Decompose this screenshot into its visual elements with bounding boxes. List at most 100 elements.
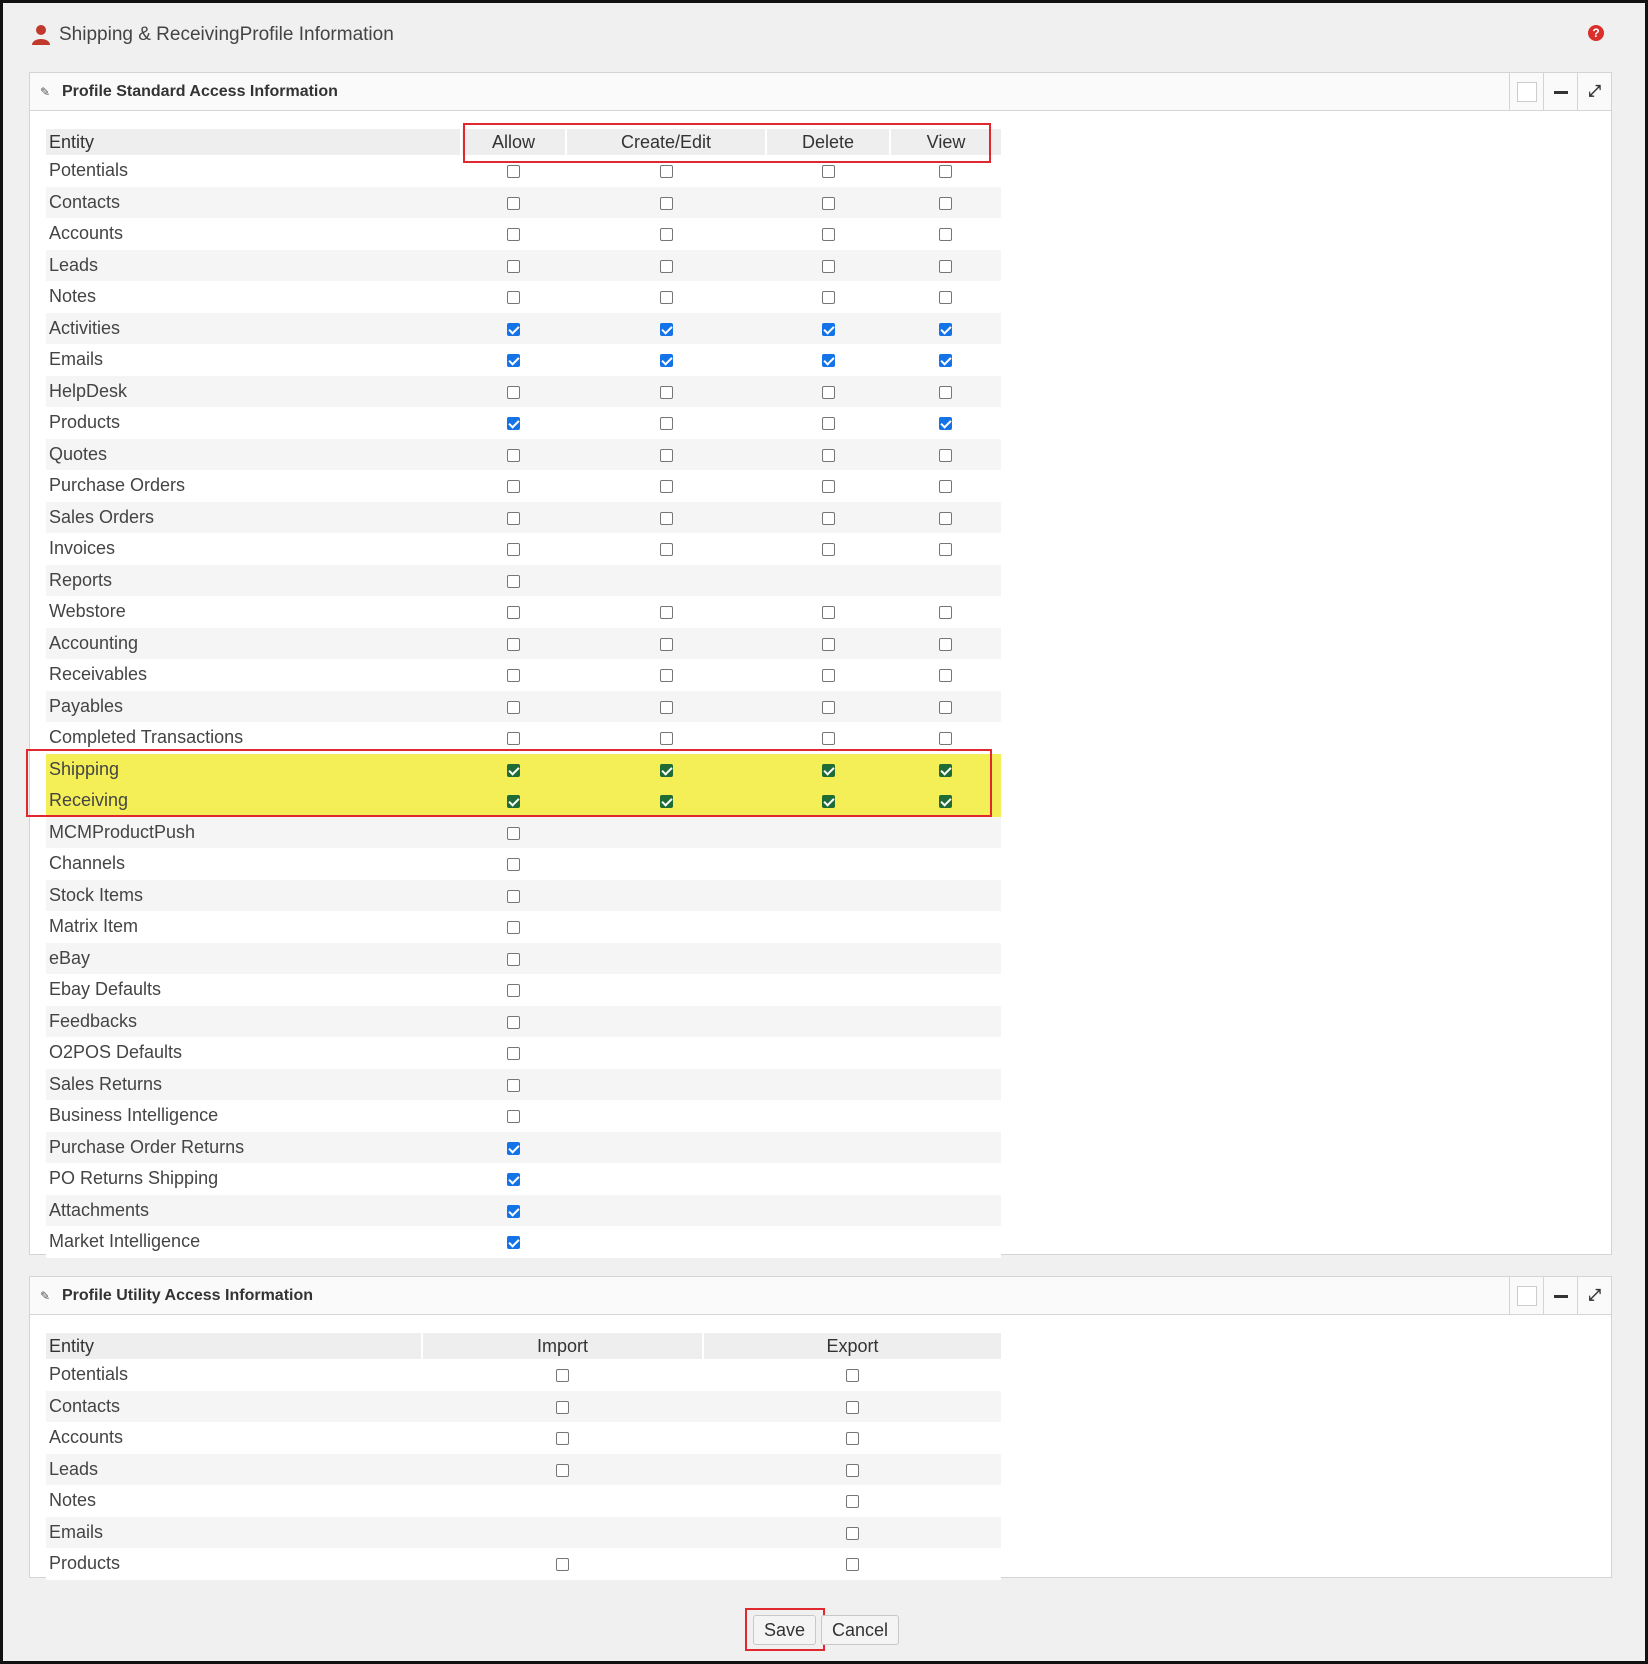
permission-checkbox[interactable] bbox=[556, 1558, 569, 1571]
permission-checkbox[interactable] bbox=[659, 637, 673, 651]
permission-checkbox[interactable] bbox=[659, 606, 673, 619]
permission-checkbox[interactable] bbox=[507, 385, 520, 399]
permission-checkbox[interactable] bbox=[939, 511, 952, 525]
permission-checkbox[interactable] bbox=[507, 1015, 520, 1029]
permission-checkbox[interactable] bbox=[939, 669, 952, 682]
save-button[interactable]: Save bbox=[753, 1615, 817, 1645]
permission-checkbox[interactable] bbox=[507, 322, 520, 336]
help-icon[interactable]: ? bbox=[1588, 25, 1604, 41]
permission-checkbox[interactable] bbox=[659, 763, 673, 777]
permission-checkbox[interactable] bbox=[659, 700, 673, 714]
permission-checkbox[interactable] bbox=[939, 543, 952, 556]
permission-checkbox[interactable] bbox=[939, 259, 952, 273]
permission-checkbox[interactable] bbox=[659, 417, 673, 430]
permission-checkbox[interactable] bbox=[821, 795, 835, 808]
permission-checkbox[interactable] bbox=[507, 196, 520, 210]
permission-checkbox[interactable] bbox=[507, 165, 520, 178]
permission-checkbox[interactable] bbox=[939, 732, 952, 745]
permission-checkbox[interactable] bbox=[556, 1432, 569, 1445]
permission-checkbox[interactable] bbox=[821, 354, 835, 367]
permission-checkbox[interactable] bbox=[939, 795, 952, 808]
permission-checkbox[interactable] bbox=[659, 259, 673, 273]
permission-checkbox[interactable] bbox=[821, 511, 835, 525]
permission-checkbox[interactable] bbox=[939, 480, 952, 493]
permission-checkbox[interactable] bbox=[659, 385, 673, 399]
permission-checkbox[interactable] bbox=[507, 259, 520, 273]
permission-checkbox[interactable] bbox=[507, 511, 520, 525]
permission-checkbox[interactable] bbox=[939, 165, 952, 178]
collapse-icon[interactable] bbox=[1543, 73, 1577, 111]
permission-checkbox[interactable] bbox=[939, 228, 952, 241]
permission-checkbox[interactable] bbox=[507, 984, 520, 997]
permission-checkbox[interactable] bbox=[821, 448, 835, 462]
permission-checkbox[interactable] bbox=[659, 448, 673, 462]
permission-checkbox[interactable] bbox=[659, 511, 673, 525]
permission-checkbox[interactable] bbox=[556, 1400, 569, 1414]
permission-checkbox[interactable] bbox=[507, 1204, 520, 1218]
permission-checkbox[interactable] bbox=[507, 952, 520, 966]
permission-checkbox[interactable] bbox=[821, 763, 835, 777]
permission-checkbox[interactable] bbox=[659, 480, 673, 493]
permission-checkbox[interactable] bbox=[821, 385, 835, 399]
permission-checkbox[interactable] bbox=[507, 700, 520, 714]
permission-checkbox[interactable] bbox=[845, 1495, 859, 1508]
permission-checkbox[interactable] bbox=[507, 574, 520, 588]
permission-checkbox[interactable] bbox=[659, 228, 673, 241]
permission-checkbox[interactable] bbox=[821, 228, 835, 241]
permission-checkbox[interactable] bbox=[507, 228, 520, 241]
permission-checkbox[interactable] bbox=[845, 1526, 859, 1540]
permission-checkbox[interactable] bbox=[939, 606, 952, 619]
permission-checkbox[interactable] bbox=[507, 291, 520, 304]
permission-checkbox[interactable] bbox=[845, 1432, 859, 1445]
permission-checkbox[interactable] bbox=[659, 732, 673, 745]
permission-checkbox[interactable] bbox=[507, 1141, 520, 1155]
permission-checkbox[interactable] bbox=[939, 417, 952, 430]
permission-checkbox[interactable] bbox=[939, 385, 952, 399]
panel-color-button[interactable] bbox=[1509, 1277, 1543, 1315]
permission-checkbox[interactable] bbox=[659, 543, 673, 556]
permission-checkbox[interactable] bbox=[659, 322, 673, 336]
permission-checkbox[interactable] bbox=[507, 448, 520, 462]
permission-checkbox[interactable] bbox=[507, 889, 520, 903]
permission-checkbox[interactable] bbox=[821, 669, 835, 682]
permission-checkbox[interactable] bbox=[507, 669, 520, 682]
permission-checkbox[interactable] bbox=[507, 637, 520, 651]
permission-checkbox[interactable] bbox=[939, 700, 952, 714]
permission-checkbox[interactable] bbox=[939, 291, 952, 304]
permission-checkbox[interactable] bbox=[845, 1558, 859, 1571]
permission-checkbox[interactable] bbox=[821, 291, 835, 304]
permission-checkbox[interactable] bbox=[821, 700, 835, 714]
permission-checkbox[interactable] bbox=[821, 480, 835, 493]
permission-checkbox[interactable] bbox=[939, 354, 952, 367]
panel-color-button[interactable] bbox=[1509, 73, 1543, 111]
permission-checkbox[interactable] bbox=[507, 826, 520, 840]
permission-checkbox[interactable] bbox=[507, 1047, 520, 1060]
permission-checkbox[interactable] bbox=[821, 322, 835, 336]
permission-checkbox[interactable] bbox=[556, 1369, 569, 1382]
permission-checkbox[interactable] bbox=[507, 354, 520, 367]
permission-checkbox[interactable] bbox=[939, 637, 952, 651]
permission-checkbox[interactable] bbox=[507, 1236, 520, 1249]
collapse-icon[interactable] bbox=[1543, 1277, 1577, 1315]
permission-checkbox[interactable] bbox=[939, 196, 952, 210]
permission-checkbox[interactable] bbox=[845, 1463, 859, 1477]
permission-checkbox[interactable] bbox=[556, 1463, 569, 1477]
permission-checkbox[interactable] bbox=[821, 417, 835, 430]
permission-checkbox[interactable] bbox=[939, 763, 952, 777]
permission-checkbox[interactable] bbox=[821, 165, 835, 178]
permission-checkbox[interactable] bbox=[845, 1400, 859, 1414]
cancel-button[interactable]: Cancel bbox=[821, 1615, 900, 1645]
permission-checkbox[interactable] bbox=[821, 732, 835, 745]
permission-checkbox[interactable] bbox=[659, 795, 673, 808]
permission-checkbox[interactable] bbox=[659, 196, 673, 210]
permission-checkbox[interactable] bbox=[507, 1110, 520, 1123]
permission-checkbox[interactable] bbox=[507, 417, 520, 430]
permission-checkbox[interactable] bbox=[939, 448, 952, 462]
permission-checkbox[interactable] bbox=[507, 732, 520, 745]
permission-checkbox[interactable] bbox=[659, 165, 673, 178]
permission-checkbox[interactable] bbox=[821, 543, 835, 556]
permission-checkbox[interactable] bbox=[507, 543, 520, 556]
permission-checkbox[interactable] bbox=[507, 1173, 520, 1186]
permission-checkbox[interactable] bbox=[507, 480, 520, 493]
permission-checkbox[interactable] bbox=[507, 858, 520, 871]
